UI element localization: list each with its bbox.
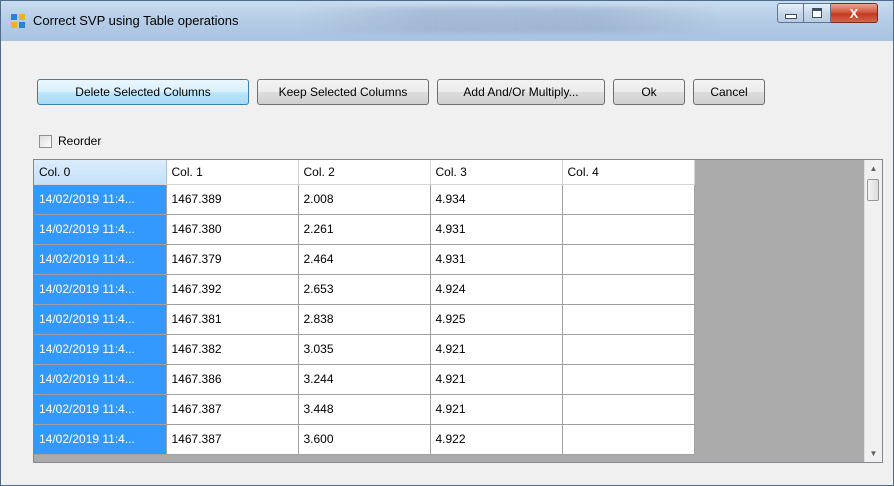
table-cell[interactable]: 1467.389 (166, 184, 299, 215)
dialog-client-area: Delete Selected Columns Keep Selected Co… (9, 41, 885, 477)
keep-selected-columns-button[interactable]: Keep Selected Columns (257, 79, 429, 105)
table-cell[interactable]: 4.934 (430, 184, 563, 215)
table-cell[interactable] (562, 334, 695, 365)
table-cell[interactable]: 4.925 (430, 304, 563, 335)
table-cell[interactable]: 1467.386 (166, 364, 299, 395)
reorder-checkbox-row[interactable]: Reorder (39, 133, 101, 149)
add-multiply-button[interactable]: Add And/Or Multiply... (437, 79, 605, 105)
table-row[interactable]: 14/02/2019 11:4... 1467.382 3.035 4.921 (34, 334, 695, 365)
table-cell[interactable]: 14/02/2019 11:4... (34, 214, 167, 245)
table-cell[interactable]: 3.448 (298, 394, 431, 425)
minimize-icon (784, 13, 797, 19)
table-cell[interactable]: 2.653 (298, 274, 431, 305)
maximize-button[interactable] (804, 3, 831, 23)
table-cell[interactable]: 14/02/2019 11:4... (34, 424, 167, 455)
table-cell[interactable]: 14/02/2019 11:4... (34, 394, 167, 425)
table-row[interactable]: 14/02/2019 11:4... 1467.387 3.600 4.922 (34, 424, 695, 455)
table-cell[interactable]: 4.924 (430, 274, 563, 305)
column-header[interactable]: Col. 2 (298, 160, 431, 185)
table-row[interactable]: 14/02/2019 11:4... 1467.379 2.464 4.931 (34, 244, 695, 275)
table-cell[interactable]: 1467.379 (166, 244, 299, 275)
minimize-button[interactable] (777, 3, 804, 23)
column-header[interactable]: Col. 0 (34, 160, 167, 185)
table-cell[interactable]: 1467.382 (166, 334, 299, 365)
table-cell[interactable] (562, 364, 695, 395)
table-cell[interactable]: 14/02/2019 11:4... (34, 364, 167, 395)
table-cell[interactable]: 1467.380 (166, 214, 299, 245)
header-row: Col. 0 Col. 1 Col. 2 Col. 3 Col. 4 (34, 160, 695, 185)
column-header[interactable]: Col. 1 (166, 160, 299, 185)
column-header[interactable]: Col. 3 (430, 160, 563, 185)
table-cell[interactable]: 14/02/2019 11:4... (34, 244, 167, 275)
table-cell[interactable]: 4.931 (430, 214, 563, 245)
close-button[interactable]: X (831, 3, 878, 23)
caption-buttons: X (777, 3, 878, 23)
table-cell[interactable] (562, 304, 695, 335)
table-cell[interactable]: 4.921 (430, 364, 563, 395)
arrow-up-icon[interactable]: ▲ (865, 160, 882, 177)
delete-selected-columns-button[interactable]: Delete Selected Columns (37, 79, 249, 105)
window-form-icon (11, 14, 25, 28)
ok-button[interactable]: Ok (613, 79, 685, 105)
title-bar-background-blur (301, 7, 721, 33)
table-cell[interactable]: 1467.381 (166, 304, 299, 335)
cancel-button[interactable]: Cancel (693, 79, 765, 105)
table-cell[interactable]: 3.244 (298, 364, 431, 395)
vertical-scrollbar[interactable]: ▲ ▼ (864, 160, 882, 462)
table-cell[interactable]: 2.008 (298, 184, 431, 215)
table-row[interactable]: 14/02/2019 11:4... 1467.389 2.008 4.934 (34, 184, 695, 215)
table-cell[interactable]: 2.464 (298, 244, 431, 275)
table-cell[interactable]: 4.921 (430, 334, 563, 365)
table-cell[interactable]: 3.600 (298, 424, 431, 455)
maximize-icon (812, 8, 822, 18)
title-bar[interactable]: Correct SVP using Table operations X (1, 1, 893, 41)
table-cell[interactable]: 4.931 (430, 244, 563, 275)
table-row[interactable]: 14/02/2019 11:4... 1467.392 2.653 4.924 (34, 274, 695, 305)
table-cell[interactable]: 2.261 (298, 214, 431, 245)
table-cell[interactable]: 14/02/2019 11:4... (34, 274, 167, 305)
table-cell[interactable]: 1467.392 (166, 274, 299, 305)
table-cell[interactable]: 3.035 (298, 334, 431, 365)
data-grid[interactable]: Col. 0 Col. 1 Col. 2 Col. 3 Col. 4 14/02… (33, 159, 883, 463)
scrollbar-thumb[interactable] (867, 179, 879, 201)
table-cell[interactable] (562, 424, 695, 455)
reorder-checkbox[interactable] (39, 134, 52, 148)
table-cell[interactable]: 14/02/2019 11:4... (34, 184, 167, 215)
table-cell[interactable]: 14/02/2019 11:4... (34, 304, 167, 335)
table-row[interactable]: 14/02/2019 11:4... 1467.380 2.261 4.931 (34, 214, 695, 245)
table-cell[interactable] (562, 184, 695, 215)
grid-table: Col. 0 Col. 1 Col. 2 Col. 3 Col. 4 14/02… (34, 160, 695, 455)
table-row[interactable]: 14/02/2019 11:4... 1467.381 2.838 4.925 (34, 304, 695, 335)
table-cell[interactable] (562, 394, 695, 425)
table-cell[interactable]: 1467.387 (166, 424, 299, 455)
table-cell[interactable] (562, 214, 695, 245)
table-row[interactable]: 14/02/2019 11:4... 1467.387 3.448 4.921 (34, 394, 695, 425)
table-cell[interactable]: 4.921 (430, 394, 563, 425)
table-cell[interactable] (562, 244, 695, 275)
table-cell[interactable]: 4.922 (430, 424, 563, 455)
column-header[interactable]: Col. 4 (562, 160, 695, 185)
table-row[interactable]: 14/02/2019 11:4... 1467.386 3.244 4.921 (34, 364, 695, 395)
close-icon: X (849, 5, 859, 21)
arrow-down-icon[interactable]: ▼ (865, 445, 882, 462)
table-cell[interactable]: 14/02/2019 11:4... (34, 334, 167, 365)
window-title: Correct SVP using Table operations (33, 13, 239, 28)
dialog-window: Correct SVP using Table operations X Del… (0, 0, 894, 486)
table-cell[interactable]: 2.838 (298, 304, 431, 335)
table-cell[interactable] (562, 274, 695, 305)
reorder-label: Reorder (58, 134, 102, 148)
table-cell[interactable]: 1467.387 (166, 394, 299, 425)
